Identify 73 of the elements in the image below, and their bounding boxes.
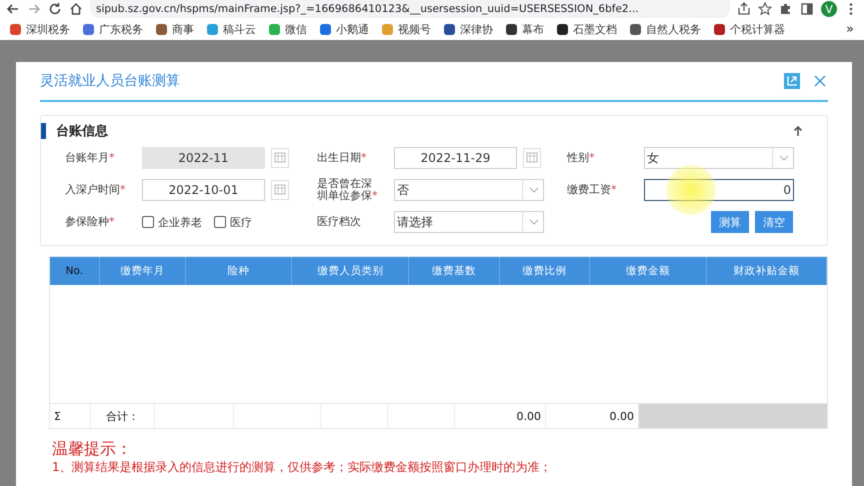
favicon-icon: [156, 24, 167, 34]
field-label: 出生日期*: [317, 152, 368, 164]
column-header: 缴费比例: [499, 257, 590, 285]
bookmark-link[interactable]: 小鹅通: [336, 22, 369, 36]
cursor-highlight: [666, 165, 716, 215]
bookmark-link[interactable]: 广东税务: [99, 22, 143, 36]
column-header: 缴费人员类别: [292, 257, 409, 285]
checkbox[interactable]: [214, 216, 226, 228]
field-label: 是否曾在深圳单位参保*: [317, 178, 378, 202]
puzzle-icon[interactable]: [779, 2, 793, 16]
star-icon[interactable]: [758, 2, 772, 16]
column-header: 缴费年月: [99, 257, 186, 285]
popout-icon[interactable]: [784, 73, 800, 89]
field-label: 缴费工资*: [567, 184, 618, 196]
bookmark-link[interactable]: 深律协: [460, 22, 493, 36]
favicon-icon: [444, 24, 455, 34]
bookmark-link[interactable]: 自然人税务: [646, 22, 701, 36]
field-label: 入深户时间*: [65, 184, 126, 196]
column-header: 缴费金额: [589, 257, 707, 285]
tip-text: 1、测算结果是根据录入的信息进行的测算，仅供参考；实际缴费金额按照窗口办理时的为准；: [52, 459, 553, 475]
share-icon[interactable]: [737, 2, 751, 16]
reload-icon[interactable]: [48, 2, 62, 16]
home-icon[interactable]: [69, 2, 83, 16]
date-field[interactable]: 2022-10-01: [142, 179, 265, 201]
url-text: sipub.sz.gov.cn/hspms/mainFrame.jsp?_=1669686410123&__usersession_uuid=USERSESSION_6bfe2...: [96, 3, 639, 15]
checkbox-label: 企业养老: [158, 214, 202, 230]
section-title: 台账信息: [56, 123, 109, 140]
close-icon[interactable]: [814, 75, 826, 87]
field-label: 参保险种*: [65, 216, 116, 228]
favicon-icon: [10, 24, 21, 34]
field-label: 医疗档次: [317, 216, 362, 228]
favicon-icon: [630, 24, 641, 34]
field-label: 台账年月*: [65, 152, 116, 164]
bookmark-link[interactable]: 视频号: [398, 22, 431, 36]
bookmark-link[interactable]: 深圳税务: [26, 22, 70, 36]
dropdown-field[interactable]: 否: [394, 179, 544, 201]
input-field[interactable]: 0: [644, 179, 794, 201]
tips-title: 温馨提示：: [52, 439, 133, 459]
table-cell: Σ: [50, 404, 90, 428]
bookmark-link[interactable]: 稿斗云: [223, 22, 256, 36]
favicon-icon: [207, 24, 218, 34]
table-cell: 0.00: [454, 404, 546, 428]
sidebar-icon[interactable]: [800, 2, 814, 16]
back-arrow-icon[interactable]: [6, 2, 20, 16]
checkbox-label: 医疗: [230, 214, 252, 230]
profile-avatar[interactable]: V: [821, 1, 837, 17]
favicon-icon: [557, 24, 568, 34]
more-bookmarks-button[interactable]: »: [846, 22, 854, 36]
favicon-icon: [269, 24, 280, 34]
section-marker: [41, 123, 46, 139]
date-field[interactable]: 2022-11-29: [394, 147, 517, 169]
dropdown-field[interactable]: 请选择: [394, 211, 544, 233]
column-header: No.: [50, 257, 100, 285]
bookmark-link[interactable]: 石墨文档: [573, 22, 617, 36]
address-bar[interactable]: sipub.sz.gov.cn/hspms/mainFrame.jsp?_=1669686410123&__usersession_uuid=USERSESSION_6bfe2...: [90, 0, 730, 18]
bookmark-link[interactable]: 个税计算器: [730, 22, 785, 36]
column-header: 险种: [185, 257, 292, 285]
dropdown-field[interactable]: 女: [644, 147, 794, 169]
column-header: 财政补贴金额: [706, 257, 826, 285]
column-header: 缴费基数: [408, 257, 500, 285]
checkbox[interactable]: [142, 216, 154, 228]
field-label: 性别*: [567, 152, 596, 164]
favicon-icon: [714, 24, 725, 34]
favicon-icon: [320, 24, 331, 34]
favicon-icon: [83, 24, 94, 34]
table-cell: 合计：: [90, 404, 154, 428]
bookmark-link[interactable]: 微信: [285, 22, 307, 36]
collapse-arrow-icon[interactable]: [793, 125, 803, 137]
bookmark-link[interactable]: 商事: [172, 22, 194, 36]
dialog-title: 灵活就业人员台账测算: [40, 72, 181, 90]
favicon-icon: [382, 24, 393, 34]
favicon-icon: [506, 24, 517, 34]
bookmark-link[interactable]: 幕布: [522, 22, 544, 36]
